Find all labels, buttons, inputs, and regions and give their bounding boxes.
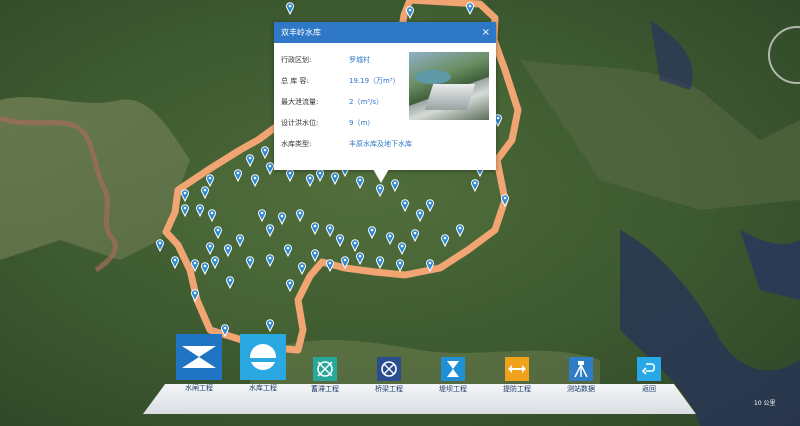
tool-label: 堤坝工程 (439, 385, 467, 393)
tool-station[interactable]: 测站数据 (564, 357, 598, 394)
tool-detention[interactable]: 蓄滞工程 (308, 357, 342, 394)
reservoir-icon (240, 334, 286, 380)
station-icon (569, 357, 593, 381)
info-label: 水库类型: (281, 140, 312, 148)
info-value: 丰原水库及地下水库 (349, 140, 412, 148)
info-value: 19.19（万m³） (349, 77, 400, 85)
tool-label: 蓄滞工程 (311, 385, 339, 393)
levee-icon (505, 357, 529, 381)
detention-icon (313, 357, 337, 381)
info-row-discharge: 最大泄流量: 2（m³/s） (281, 96, 383, 108)
popup-title: 双丰岭水库 (281, 28, 321, 37)
info-row-capacity: 总 库 容: 19.19（万m³） (281, 75, 400, 87)
tool-dam[interactable]: 堤坝工程 (436, 357, 470, 394)
tool-label: 水库工程 (249, 384, 277, 392)
info-row-flood-level: 设计洪水位: 9（m） (281, 117, 374, 129)
tool-back[interactable]: 返回 (632, 357, 666, 394)
tool-sluice[interactable]: 水闸工程 (176, 334, 222, 393)
reservoir-info-popup: 双丰岭水库 × 行政区划: 罗城村 总 库 容: 19.19（万m³） 最大泄流量:… (274, 22, 496, 183)
scale-bar: 10 公里 (754, 400, 776, 407)
tool-label: 桥梁工程 (375, 385, 403, 393)
info-value: 9（m） (349, 119, 375, 127)
sluice-gate-icon (176, 334, 222, 380)
info-label: 设计洪水位: (281, 119, 319, 127)
dam-icon (441, 357, 465, 381)
tool-label: 提防工程 (503, 385, 531, 393)
tool-levee[interactable]: 提防工程 (500, 357, 534, 394)
info-value: 2（m³/s） (349, 98, 384, 106)
info-label: 总 库 容: (281, 77, 309, 85)
info-label: 行政区划: (281, 56, 312, 64)
tool-label: 测站数据 (567, 385, 595, 393)
tool-reservoir[interactable]: 水库工程 (240, 334, 286, 393)
popup-pointer (373, 169, 389, 183)
back-icon (637, 357, 661, 381)
popup-header: 双丰岭水库 × (274, 22, 496, 43)
toolbar-dock (143, 384, 696, 414)
info-row-district: 行政区划: 罗城村 (281, 54, 370, 66)
info-label: 最大泄流量: (281, 98, 319, 106)
bridge-icon (377, 357, 401, 381)
tool-label: 返回 (642, 385, 656, 393)
tool-label: 水闸工程 (185, 384, 213, 392)
reservoir-photo (409, 52, 489, 120)
info-row-type: 水库类型: 丰原水库及地下水库 (281, 138, 412, 150)
close-icon[interactable]: × (482, 22, 490, 43)
tool-bridge[interactable]: 桥梁工程 (372, 357, 406, 394)
info-value: 罗城村 (349, 56, 370, 64)
